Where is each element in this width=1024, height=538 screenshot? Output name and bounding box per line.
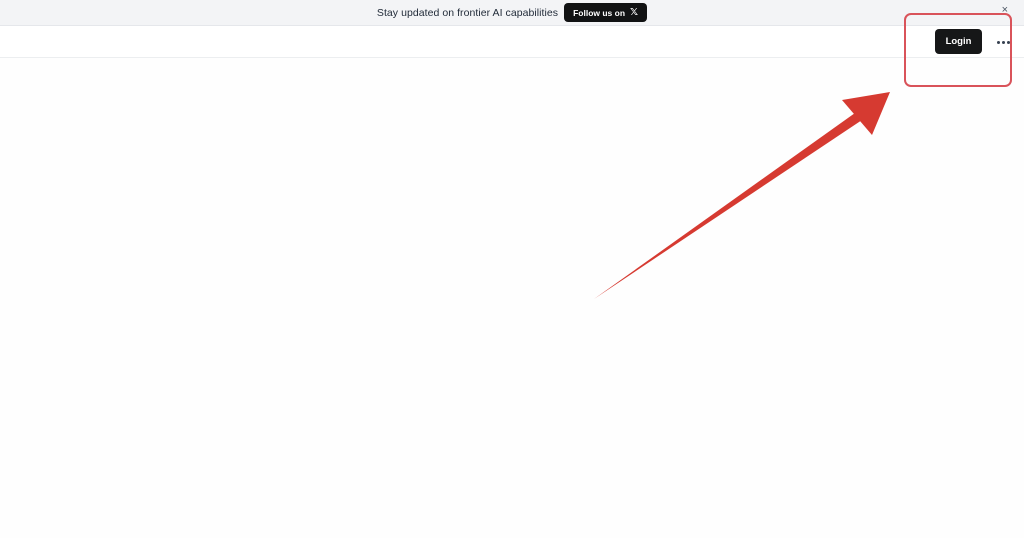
more-dot <box>1001 40 1005 44</box>
annotation-arrow-head <box>842 92 890 135</box>
close-icon[interactable]: × <box>1002 5 1008 16</box>
annotation-arrow <box>594 92 890 299</box>
more-icon[interactable] <box>994 37 1012 47</box>
follow-us-label: Follow us on <box>573 7 626 18</box>
more-dot <box>1006 40 1010 44</box>
x-logo-icon: 𝕏 <box>630 6 639 18</box>
login-button[interactable]: Login <box>935 29 982 54</box>
announcement-bar: Stay updated on frontier AI capabilities… <box>0 0 1024 26</box>
page: Stay updated on frontier AI capabilities… <box>0 0 1024 538</box>
announcement-text: Stay updated on frontier AI capabilities <box>376 6 559 19</box>
annotation-arrow-shaft <box>594 108 868 299</box>
more-dot <box>996 40 1000 44</box>
header: Login <box>0 26 1024 58</box>
follow-us-button[interactable]: Follow us on 𝕏 <box>564 3 648 22</box>
